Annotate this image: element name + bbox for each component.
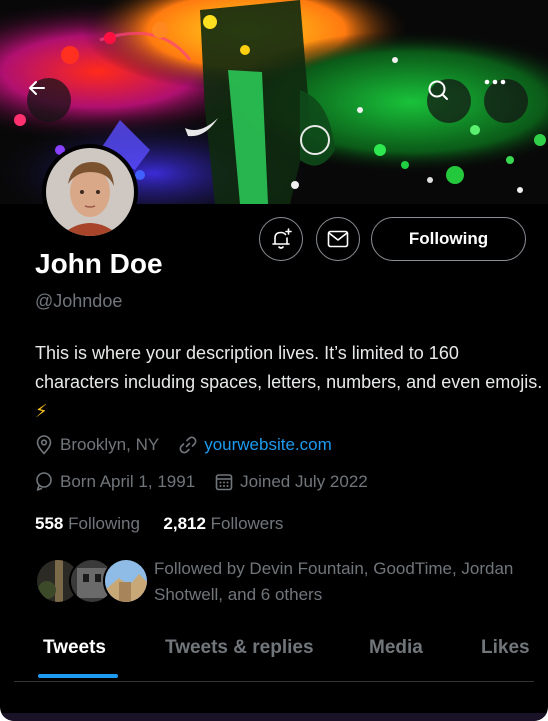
followers-count-link[interactable]: 2,812 Followers xyxy=(163,514,283,533)
following-button[interactable]: Following xyxy=(371,217,526,261)
notify-button[interactable] xyxy=(259,217,303,261)
website-link[interactable]: yourwebsite.com xyxy=(204,435,332,455)
follower-avatar xyxy=(103,558,149,604)
location-text: Brooklyn, NY xyxy=(60,435,160,454)
joined-date: Joined July 2022 xyxy=(215,472,368,492)
location-pin-icon xyxy=(36,435,52,455)
follow-counts: 558 Following 2,812 Followers xyxy=(35,514,283,534)
envelope-icon xyxy=(327,230,349,248)
followed-by-text[interactable]: Followed by Devin Fountain, GoodTime, Jo… xyxy=(154,556,534,608)
search-icon xyxy=(428,80,448,100)
profile-name: John Doe xyxy=(35,248,163,279)
following-count: 558 xyxy=(35,514,64,533)
tab-tweets[interactable]: Tweets xyxy=(43,637,106,659)
more-horizontal-icon xyxy=(484,79,506,85)
divider xyxy=(14,681,534,682)
bio-emoji: ⚡ xyxy=(35,401,48,421)
profile-bio: This is where your description lives. It… xyxy=(35,339,545,426)
link-icon xyxy=(179,436,197,454)
bell-plus-icon xyxy=(272,228,292,249)
balloon-icon xyxy=(36,472,52,491)
bio-text: This is where your description lives. It… xyxy=(35,343,543,392)
calendar-icon xyxy=(215,474,233,491)
following-count-link[interactable]: 558 Following xyxy=(35,514,140,533)
followers-you-know-avatars[interactable] xyxy=(35,558,149,606)
tab-likes[interactable]: Likes xyxy=(481,637,530,659)
active-tab-indicator xyxy=(38,674,118,678)
more-button[interactable] xyxy=(484,79,528,123)
followers-label: Followers xyxy=(210,514,284,533)
birthday: Born April 1, 1991 xyxy=(35,472,195,492)
back-button[interactable] xyxy=(27,78,71,122)
joined-text: Joined July 2022 xyxy=(240,472,368,491)
tab-tweets-replies[interactable]: Tweets & replies xyxy=(165,637,314,659)
avatar-photo xyxy=(46,148,134,236)
avatar[interactable] xyxy=(42,144,138,240)
profile-screen: Following John Doe @Johndoe This is wher… xyxy=(0,0,548,721)
profile-meta-row-2: Born April 1, 1991 Joined July 2022 xyxy=(35,472,368,492)
following-label: Following xyxy=(68,514,140,533)
profile-tabs: Tweets Tweets & replies Media Likes xyxy=(0,622,548,680)
following-button-label: Following xyxy=(408,229,489,248)
followers-count: 2,812 xyxy=(163,514,206,533)
location: Brooklyn, NY xyxy=(35,435,159,455)
birthday-text: Born April 1, 1991 xyxy=(60,472,196,491)
tab-media[interactable]: Media xyxy=(369,637,423,659)
profile-meta-row-1: Brooklyn, NY yourwebsite.com xyxy=(35,435,332,455)
message-button[interactable] xyxy=(316,217,360,261)
website[interactable]: yourwebsite.com xyxy=(179,435,332,455)
profile-handle: @Johndoe xyxy=(35,291,123,311)
arrow-left-icon xyxy=(29,81,45,95)
search-button[interactable] xyxy=(427,79,471,123)
